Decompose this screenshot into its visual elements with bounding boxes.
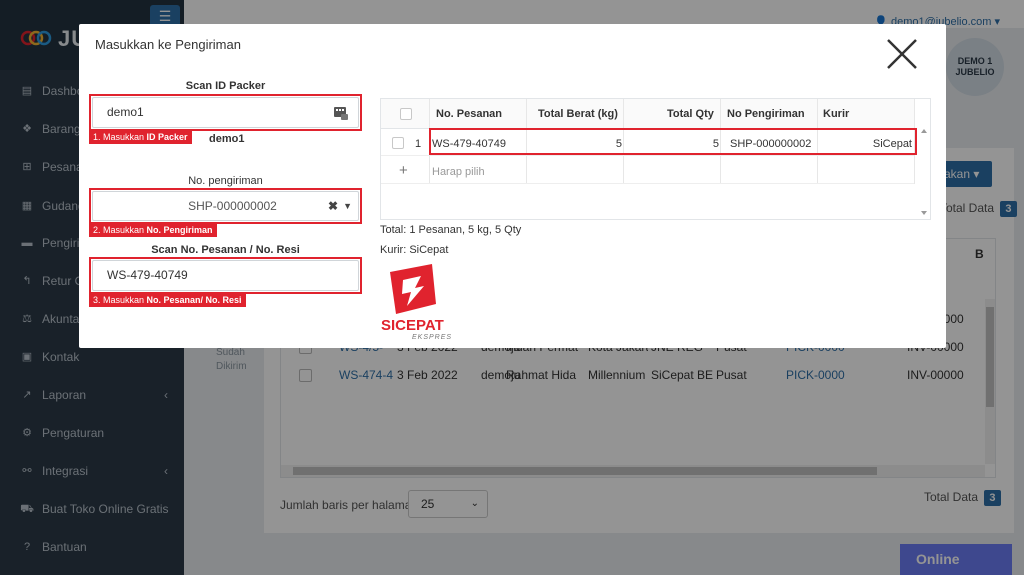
order-summary: Total: 1 Pesanan, 5 kg, 5 Qty <box>380 224 522 236</box>
sicepat-logo-text: SICEPAT <box>381 317 444 334</box>
shipment-select[interactable]: SHP-000000002 ✖ ▼ <box>92 191 359 221</box>
order-input[interactable]: WS-479-40749 <box>92 260 359 291</box>
column-header-shipment-no[interactable]: No Pengiriman <box>727 108 805 120</box>
shipment-select-value: SHP-000000002 <box>188 199 277 213</box>
add-row-icon[interactable]: + <box>399 162 408 179</box>
chevron-down-icon[interactable]: ▼ <box>343 192 352 220</box>
clear-icon[interactable]: ✖ <box>328 192 338 220</box>
close-icon[interactable] <box>885 37 919 71</box>
order-input-value: WS-479-40749 <box>107 268 188 282</box>
column-header-order-no[interactable]: No. Pesanan <box>436 108 502 120</box>
modal-title: Masukkan ke Pengiriman <box>95 37 241 52</box>
row-highlight <box>429 128 917 155</box>
shipment-hint: 2. Masukkan No. Pengiriman <box>89 224 217 237</box>
grid-scrollbar[interactable] <box>918 127 930 217</box>
order-grid: No. Pesanan Total Berat (kg) Total Qty N… <box>380 98 931 220</box>
select-all-checkbox[interactable] <box>400 108 412 120</box>
keyboard-icon[interactable] <box>334 106 348 120</box>
packer-hint: 1. Masukkan ID Packer <box>89 131 192 144</box>
packer-name: demo1 <box>209 133 245 145</box>
packer-input[interactable]: demo1 <box>92 97 359 128</box>
shipping-modal: Masukkan ke Pengiriman Scan ID Packer de… <box>79 24 946 348</box>
column-header-courier[interactable]: Kurir <box>823 108 849 120</box>
order-hint: 3. Masukkan No. Pesanan/ No. Resi <box>89 294 246 307</box>
courier-text: Kurir: SiCepat <box>380 244 449 256</box>
add-row[interactable]: + Harap pilih <box>381 157 914 184</box>
sicepat-logo: SICEPAT EKSPRES <box>381 264 452 341</box>
shipment-label: No. pengiriman <box>188 175 263 187</box>
row-checkbox[interactable] <box>392 137 404 149</box>
order-label: Scan No. Pesanan / No. Resi <box>151 244 300 256</box>
sicepat-logo-subtext: EKSPRES <box>412 334 452 341</box>
add-row-placeholder[interactable]: Harap pilih <box>432 166 485 178</box>
column-header-weight[interactable]: Total Berat (kg) <box>538 108 618 120</box>
packer-label: Scan ID Packer <box>185 80 266 92</box>
grid-header: No. Pesanan Total Berat (kg) Total Qty N… <box>381 99 914 129</box>
column-header-qty[interactable]: Total Qty <box>667 108 714 120</box>
row-index: 1 <box>415 138 422 150</box>
packer-input-value: demo1 <box>107 105 144 119</box>
